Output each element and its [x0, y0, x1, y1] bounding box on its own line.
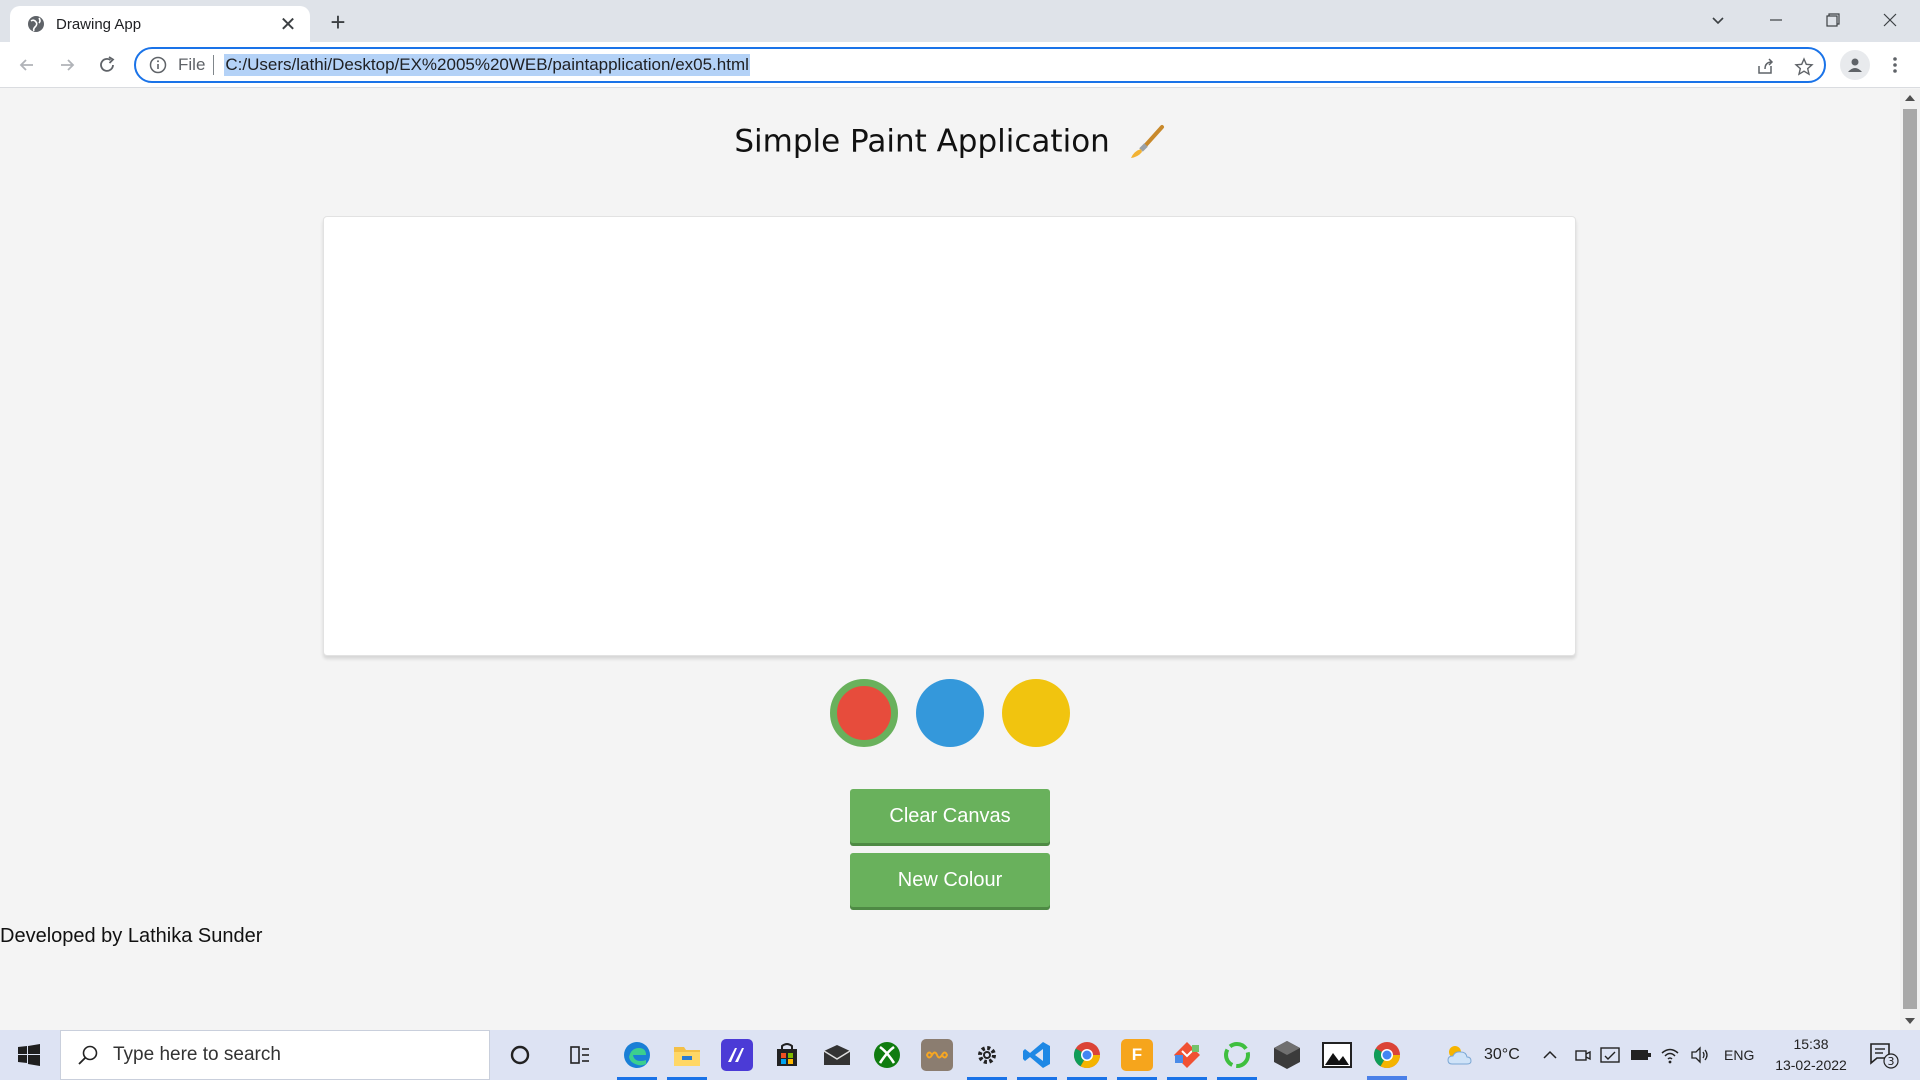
clock-date: 13-02-2022: [1775, 1057, 1847, 1073]
task-view-icon[interactable]: [564, 1039, 596, 1071]
url-scheme-label: File: [178, 55, 206, 74]
more-menu-icon[interactable]: [1880, 50, 1910, 80]
footer-credit: Developed by Lathika Sunder: [0, 925, 263, 947]
colour-swatch-yellow[interactable]: [1002, 679, 1070, 747]
page-viewport: Simple Paint Application Clear Canvas Ne…: [0, 89, 1900, 1030]
tab-search-icon[interactable]: [1690, 0, 1746, 40]
weather-temperature: 30°C: [1484, 1046, 1520, 1063]
show-hidden-icons-icon[interactable]: [1542, 1030, 1558, 1080]
input-language[interactable]: ENG: [1724, 1030, 1754, 1080]
search-placeholder: Type here to search: [113, 1044, 281, 1065]
chrome-icon[interactable]: [1071, 1039, 1103, 1071]
browser-toolbar: File C:/Users/lathi/Desktop/EX%2005%20WE…: [0, 42, 1920, 88]
address-bar[interactable]: File C:/Users/lathi/Desktop/EX%2005%20WE…: [134, 47, 1826, 83]
weather-widget[interactable]: 30°C: [1444, 1030, 1520, 1080]
scroll-down-icon[interactable]: [1905, 1018, 1915, 1024]
forward-icon[interactable]: [52, 50, 82, 80]
chrome-icon[interactable]: [1371, 1039, 1403, 1071]
scroll-up-icon[interactable]: [1905, 95, 1915, 101]
photos-icon[interactable]: [1321, 1039, 1353, 1071]
globe-icon: [28, 16, 44, 32]
taskbar-clock[interactable]: 15:38 13-02-2022: [1766, 1034, 1856, 1076]
reload-icon[interactable]: [92, 50, 122, 80]
store-icon[interactable]: [771, 1039, 803, 1071]
app-icon[interactable]: [921, 1039, 953, 1071]
cortana-icon[interactable]: [504, 1039, 536, 1071]
battery-icon[interactable]: [1630, 1030, 1652, 1080]
app-icon[interactable]: [1271, 1039, 1303, 1071]
windows-taskbar: Type here to search F 30°C ENG 15:38 13-…: [0, 1030, 1920, 1080]
mail-icon[interactable]: [821, 1039, 853, 1071]
colour-swatch-red[interactable]: [830, 679, 898, 747]
vertical-scrollbar[interactable]: [1900, 89, 1920, 1030]
drawing-canvas[interactable]: [323, 216, 1576, 656]
info-icon[interactable]: [148, 55, 168, 75]
security-icon[interactable]: [1600, 1030, 1620, 1080]
minimize-icon[interactable]: [1748, 0, 1804, 40]
windows-start-icon[interactable]: [0, 1030, 58, 1080]
restore-icon[interactable]: [1805, 0, 1861, 40]
colour-swatches: [0, 679, 1900, 747]
settings-icon[interactable]: [971, 1039, 1003, 1071]
volume-icon[interactable]: [1690, 1030, 1710, 1080]
clock-time: 15:38: [1793, 1036, 1829, 1052]
app-icon[interactable]: [1171, 1039, 1203, 1071]
notification-count: 3: [1888, 1055, 1895, 1068]
app-icon[interactable]: F: [1121, 1039, 1153, 1071]
back-icon[interactable]: [12, 50, 42, 80]
colour-swatch-blue[interactable]: [916, 679, 984, 747]
paintbrush-icon: [1130, 125, 1164, 158]
active-app-indicator: [1367, 1076, 1407, 1080]
close-tab-icon[interactable]: ✕: [274, 10, 302, 38]
profile-avatar-icon[interactable]: [1840, 50, 1870, 80]
share-icon[interactable]: [1754, 55, 1778, 79]
new-colour-button[interactable]: New Colour: [850, 853, 1050, 907]
browser-tab-strip: Drawing App ✕ +: [0, 0, 1920, 42]
app-icon[interactable]: [1221, 1039, 1253, 1071]
weather-icon: [1447, 1046, 1472, 1065]
vscode-icon[interactable]: [1021, 1039, 1053, 1071]
divider: [213, 55, 215, 75]
file-explorer-icon[interactable]: [671, 1039, 703, 1071]
scrollbar-thumb[interactable]: [1903, 109, 1917, 1009]
wifi-icon[interactable]: [1660, 1030, 1680, 1080]
xbox-icon[interactable]: [871, 1039, 903, 1071]
app-icon[interactable]: [721, 1039, 753, 1071]
taskbar-search-box[interactable]: Type here to search: [60, 1030, 490, 1080]
meet-now-icon[interactable]: [1574, 1030, 1592, 1080]
search-icon: [78, 1045, 98, 1065]
bookmark-star-icon[interactable]: [1792, 55, 1816, 79]
page-title: Simple Paint Application: [0, 123, 1900, 163]
close-window-icon[interactable]: [1862, 0, 1918, 40]
new-tab-button[interactable]: +: [322, 6, 354, 38]
edge-icon[interactable]: [621, 1039, 653, 1071]
clear-canvas-button[interactable]: Clear Canvas: [850, 789, 1050, 843]
url-text[interactable]: C:/Users/lathi/Desktop/EX%2005%20WEB/pai…: [224, 54, 750, 76]
browser-tab[interactable]: Drawing App ✕: [10, 6, 310, 42]
tab-title: Drawing App: [56, 15, 142, 33]
page-title-text: Simple Paint Application: [734, 123, 1110, 160]
notification-center-icon[interactable]: 3: [1868, 1030, 1900, 1080]
